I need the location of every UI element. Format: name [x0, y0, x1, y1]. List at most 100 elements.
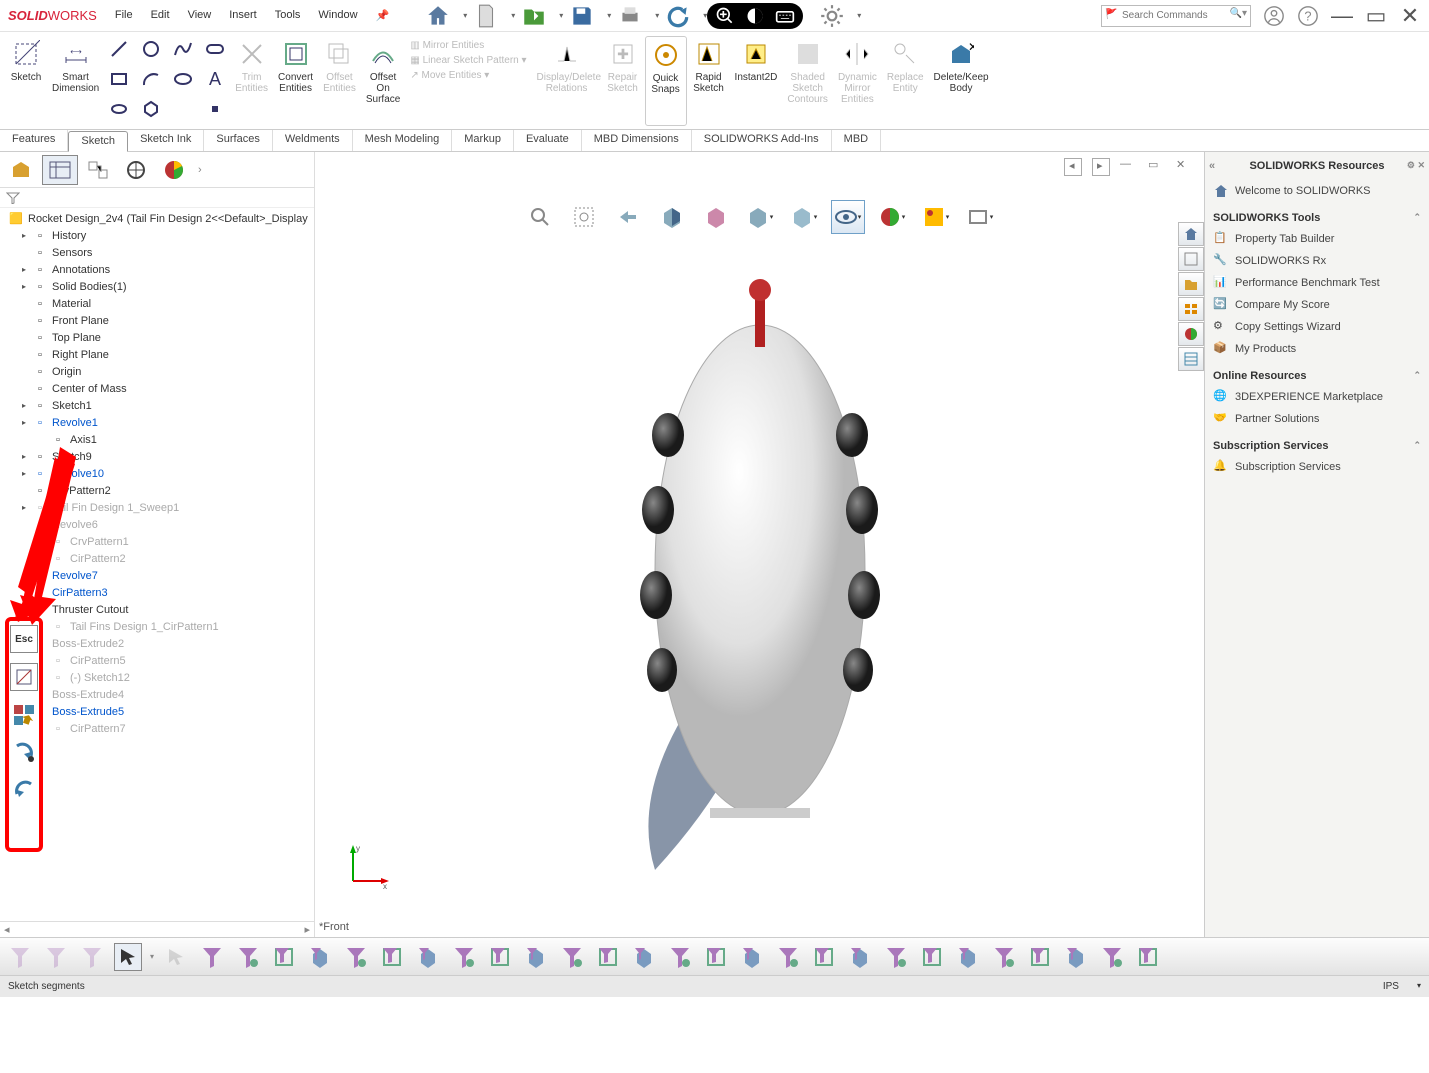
tree-item[interactable]: ▫Front Plane — [0, 312, 314, 329]
tree-filter[interactable] — [0, 188, 314, 208]
tree-item[interactable]: ▸▫Revolve1 — [0, 414, 314, 431]
tree-item[interactable]: ▫Center of Mass — [0, 380, 314, 397]
shaded-contours-button[interactable]: Shaded Sketch Contours — [783, 36, 832, 126]
zoom-area[interactable] — [567, 200, 601, 234]
taskpane-view[interactable] — [1178, 297, 1204, 321]
trim-button[interactable]: Trim Entities — [231, 36, 272, 126]
rapid-sketch-button[interactable]: Rapid Sketch — [689, 36, 729, 126]
tab-sketch[interactable]: Sketch — [68, 131, 128, 152]
bt-tool-3[interactable] — [342, 943, 370, 971]
menu-tools[interactable]: Tools — [275, 9, 301, 22]
quick-snaps-button[interactable]: Quick Snaps — [645, 36, 687, 126]
bt-tool-18[interactable] — [882, 943, 910, 971]
dynamic-view[interactable] — [699, 200, 733, 234]
prev-view[interactable] — [611, 200, 645, 234]
bt-tool-21[interactable] — [990, 943, 1018, 971]
tree-item[interactable]: ▸▫Sketch1 — [0, 397, 314, 414]
bt-tool-24[interactable] — [1098, 943, 1126, 971]
bt-tool-1[interactable] — [270, 943, 298, 971]
bt-tool-9[interactable] — [558, 943, 586, 971]
tab-markup[interactable]: Markup — [452, 130, 514, 151]
bt-tool-11[interactable] — [630, 943, 658, 971]
tree-item[interactable]: ▸▫History — [0, 227, 314, 244]
close-button[interactable]: ✕ — [1399, 3, 1421, 29]
mirror-entities[interactable]: ▥ Mirror Entities — [410, 40, 526, 51]
hide-show[interactable]: ▾ — [831, 200, 865, 234]
bt-tool-10[interactable] — [594, 943, 622, 971]
bt-tool-12[interactable] — [666, 943, 694, 971]
tab-surfaces[interactable]: Surfaces — [204, 130, 272, 151]
resource-link[interactable]: 📋Property Tab Builder — [1213, 228, 1421, 250]
tab-addins[interactable]: SOLIDWORKS Add-Ins — [692, 130, 832, 151]
tree-item[interactable]: ▫Right Plane — [0, 346, 314, 363]
maximize-button[interactable]: ▭ — [1365, 3, 1387, 29]
tree-tab-4[interactable] — [118, 155, 154, 185]
tree-item[interactable]: ▸▫Solid Bodies(1) — [0, 278, 314, 295]
taskpane-props[interactable] — [1178, 347, 1204, 371]
tree-item[interactable]: ▫Axis1 — [0, 431, 314, 448]
rect-tool[interactable] — [105, 66, 133, 92]
tree-item[interactable]: ▸▫Boss-Extrude2 — [0, 635, 314, 652]
tree-item[interactable]: ▫Top Plane — [0, 329, 314, 346]
delete-keep-button[interactable]: ✕Delete/Keep Body — [930, 36, 993, 126]
bt-f1[interactable] — [198, 943, 226, 971]
tree-item[interactable]: ▫CirPattern7 — [0, 720, 314, 737]
minimize-button[interactable]: — — [1331, 3, 1353, 29]
tools-section[interactable]: SOLIDWORKS Tools — [1213, 212, 1421, 224]
tree-item[interactable]: ▸▫Boss-Extrude4 — [0, 686, 314, 703]
welcome-link[interactable]: Welcome to SOLIDWORKS — [1213, 180, 1421, 202]
bt-tool-20[interactable] — [954, 943, 982, 971]
resource-link[interactable]: 🔧SOLIDWORKS Rx — [1213, 250, 1421, 272]
view-orient[interactable]: ▾ — [743, 200, 777, 234]
render[interactable]: ▾ — [963, 200, 997, 234]
taskpane-file[interactable] — [1178, 272, 1204, 296]
online-section[interactable]: Online Resources — [1213, 370, 1421, 382]
bt-tool-6[interactable] — [450, 943, 478, 971]
tree-item[interactable]: ▫Material — [0, 295, 314, 312]
esc-button[interactable]: Esc — [10, 625, 38, 653]
zoom-fit[interactable] — [523, 200, 557, 234]
new-button[interactable] — [467, 0, 505, 33]
tab-sketch-ink[interactable]: Sketch Ink — [128, 130, 204, 151]
status-ips[interactable]: IPS — [1383, 981, 1399, 992]
bt-tool-22[interactable] — [1026, 943, 1054, 971]
menu-insert[interactable]: Insert — [229, 9, 257, 22]
bt-tool-7[interactable] — [486, 943, 514, 971]
slot-tool[interactable] — [201, 36, 229, 62]
tree-item[interactable]: ▫Origin — [0, 363, 314, 380]
home-button[interactable] — [419, 0, 457, 33]
text-tool[interactable]: A — [201, 66, 229, 92]
display-style[interactable]: ▾ — [787, 200, 821, 234]
bt-tool-8[interactable] — [522, 943, 550, 971]
tree-root[interactable]: 🟨Rocket Design_2v4 (Tail Fin Design 2<<D… — [0, 210, 314, 227]
search-input[interactable] — [1101, 5, 1251, 27]
spline-tool[interactable] — [169, 36, 197, 62]
menu-view[interactable]: View — [188, 9, 212, 22]
display-relations-button[interactable]: Display/Delete Relations — [533, 36, 601, 126]
tab-features[interactable]: Features — [0, 130, 68, 151]
tree-item[interactable]: ▫CirPattern5 — [0, 652, 314, 669]
contrast-icon[interactable] — [745, 6, 765, 26]
repair-sketch-button[interactable]: ✚Repair Sketch — [603, 36, 643, 126]
tab-mbd-dim[interactable]: MBD Dimensions — [582, 130, 692, 151]
circle-tool[interactable] — [137, 36, 165, 62]
instant2d-button[interactable]: Instant2D — [731, 36, 782, 126]
menu-file[interactable]: File — [115, 9, 133, 22]
hex-tool[interactable] — [137, 96, 165, 122]
tool-b[interactable] — [10, 701, 38, 729]
vp-max[interactable]: ▭ — [1148, 158, 1166, 176]
tree-tab-3[interactable] — [80, 155, 116, 185]
resource-link[interactable]: 🤝Partner Solutions — [1213, 408, 1421, 430]
offset-surface-button[interactable]: Offset On Surface — [362, 36, 404, 126]
tree-tab-5[interactable] — [156, 155, 192, 185]
viewport[interactable]: ◂ ▸ — ▭ ✕ ▾ ▾ ▾ ▾ ▾ ▾ — [315, 152, 1204, 937]
vp-close[interactable]: ✕ — [1176, 158, 1194, 176]
tree-tab-1[interactable] — [4, 155, 40, 185]
tab-evaluate[interactable]: Evaluate — [514, 130, 582, 151]
taskpane-appearance[interactable] — [1178, 322, 1204, 346]
replace-entity-button[interactable]: Replace Entity — [883, 36, 928, 126]
bt-tool-4[interactable] — [378, 943, 406, 971]
bt-tool-17[interactable] — [846, 943, 874, 971]
line-tool[interactable] — [105, 36, 133, 62]
tree-item[interactable]: ▸▫Boss-Extrude5 — [0, 703, 314, 720]
